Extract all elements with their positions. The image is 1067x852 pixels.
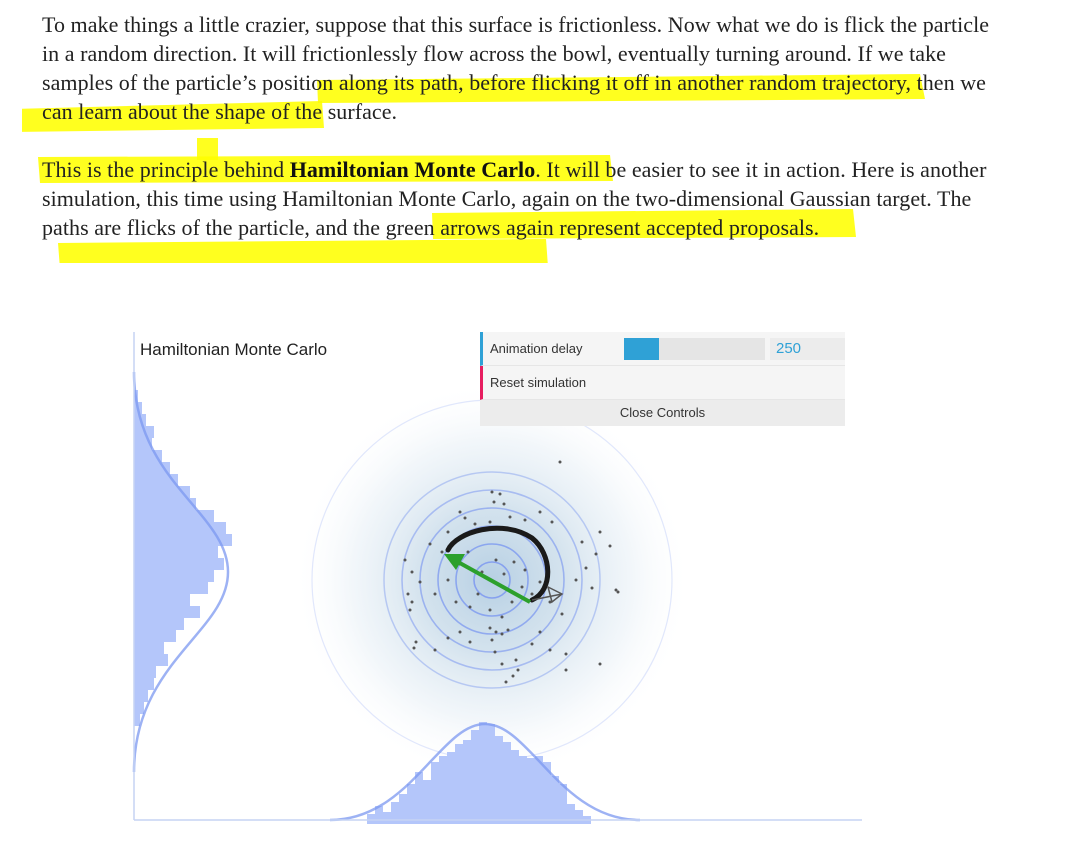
paragraph-1-text: To make things a little crazier, suppose…	[42, 12, 990, 124]
close-controls-button[interactable]: Close Controls	[480, 400, 845, 426]
paragraph-2-lead: This is the principle behind	[42, 157, 290, 182]
controls-panel: Animation delay 250 Reset simulation Clo…	[480, 332, 845, 426]
animation-delay-slider[interactable]	[624, 338, 765, 360]
paragraph-1: To make things a little crazier, suppose…	[22, 10, 1002, 160]
reset-simulation-button[interactable]: Reset simulation	[480, 366, 845, 400]
slider-fill	[624, 338, 660, 360]
animation-delay-control: Animation delay 250	[480, 332, 845, 366]
simulation-title: Hamiltonian Monte Carlo	[140, 340, 328, 359]
animation-delay-label: Animation delay	[490, 341, 583, 356]
reset-simulation-label: Reset simulation	[490, 375, 587, 390]
hmc-term: Hamiltonian Monte Carlo	[289, 157, 536, 182]
hmc-simulation: Hamiltonian Monte Carlo Animation delay …	[130, 332, 865, 824]
animation-delay-input[interactable]: 250	[770, 338, 845, 360]
article-body: To make things a little crazier, suppose…	[22, 10, 1002, 263]
paragraph-2: This is the principle behind Hamiltonian…	[38, 155, 1002, 263]
